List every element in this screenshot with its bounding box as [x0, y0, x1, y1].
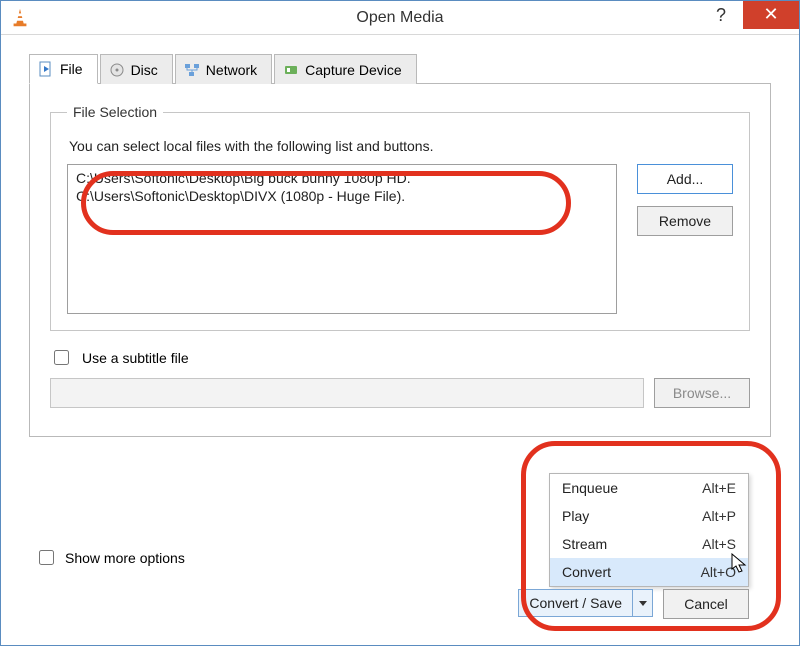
convert-save-button[interactable]: Convert / Save: [518, 589, 633, 617]
vlc-cone-icon: [9, 7, 31, 29]
disc-icon: [109, 62, 125, 78]
tab-file-label: File: [60, 61, 83, 77]
menu-item-play[interactable]: Play Alt+P: [550, 502, 748, 530]
menu-item-shortcut: Alt+E: [702, 480, 736, 496]
menu-item-shortcut: Alt+S: [702, 536, 736, 552]
menu-item-enqueue[interactable]: Enqueue Alt+E: [550, 474, 748, 502]
file-selection-group: File Selection You can select local file…: [50, 104, 750, 331]
menu-item-label: Stream: [562, 536, 607, 552]
menu-item-shortcut: Alt+O: [701, 564, 736, 580]
menu-item-stream[interactable]: Stream Alt+S: [550, 530, 748, 558]
file-list[interactable]: C:\Users\Softonic\Desktop\Big buck bunny…: [67, 164, 617, 314]
subtitle-row: Use a subtitle file: [50, 347, 750, 368]
file-panel: File Selection You can select local file…: [29, 84, 771, 437]
cancel-button[interactable]: Cancel: [663, 589, 749, 619]
convert-save-dropdown-arrow[interactable]: [633, 589, 653, 617]
remove-button[interactable]: Remove: [637, 206, 733, 236]
bottom-button-row: Convert / Save Cancel: [518, 589, 749, 619]
file-list-buttons: Add... Remove: [637, 164, 733, 236]
file-selection-hint: You can select local files with the foll…: [69, 138, 733, 154]
file-selection-legend: File Selection: [67, 104, 163, 120]
show-more-label: Show more options: [65, 550, 185, 566]
titlebar: Open Media ? ✕: [1, 1, 799, 35]
subtitle-label: Use a subtitle file: [82, 350, 189, 366]
tab-disc[interactable]: Disc: [100, 54, 173, 84]
menu-item-shortcut: Alt+P: [702, 508, 736, 524]
menu-item-label: Play: [562, 508, 589, 524]
menu-item-label: Convert: [562, 564, 611, 580]
capture-icon: [283, 62, 299, 78]
file-item[interactable]: C:\Users\Softonic\Desktop\Big buck bunny…: [76, 169, 608, 187]
tab-capture[interactable]: Capture Device: [274, 54, 417, 84]
file-item[interactable]: C:\Users\Softonic\Desktop\DIVX (1080p - …: [76, 187, 608, 205]
tab-file[interactable]: File: [29, 54, 98, 84]
window-title: Open Media: [1, 9, 799, 27]
network-icon: [184, 62, 200, 78]
menu-item-label: Enqueue: [562, 480, 618, 496]
convert-save-split-button[interactable]: Convert / Save: [518, 589, 653, 619]
chevron-down-icon: [639, 601, 647, 606]
add-button[interactable]: Add...: [637, 164, 733, 194]
open-media-window: Open Media ? ✕ File Disc Network Capture…: [0, 0, 800, 646]
source-tabs: File Disc Network Capture Device: [29, 53, 771, 84]
file-play-icon: [38, 61, 54, 77]
tab-disc-label: Disc: [131, 62, 158, 78]
convert-dropdown-menu: Enqueue Alt+E Play Alt+P Stream Alt+S Co…: [549, 473, 749, 587]
subtitle-checkbox[interactable]: [54, 350, 69, 365]
tab-network-label: Network: [206, 62, 257, 78]
subtitle-path-field: [50, 378, 644, 408]
tab-network[interactable]: Network: [175, 54, 272, 84]
show-more-checkbox[interactable]: [39, 550, 54, 565]
tab-capture-label: Capture Device: [305, 62, 402, 78]
help-button[interactable]: ?: [701, 1, 741, 29]
close-button[interactable]: ✕: [743, 1, 799, 29]
menu-item-convert[interactable]: Convert Alt+O: [550, 558, 748, 586]
browse-button: Browse...: [654, 378, 750, 408]
